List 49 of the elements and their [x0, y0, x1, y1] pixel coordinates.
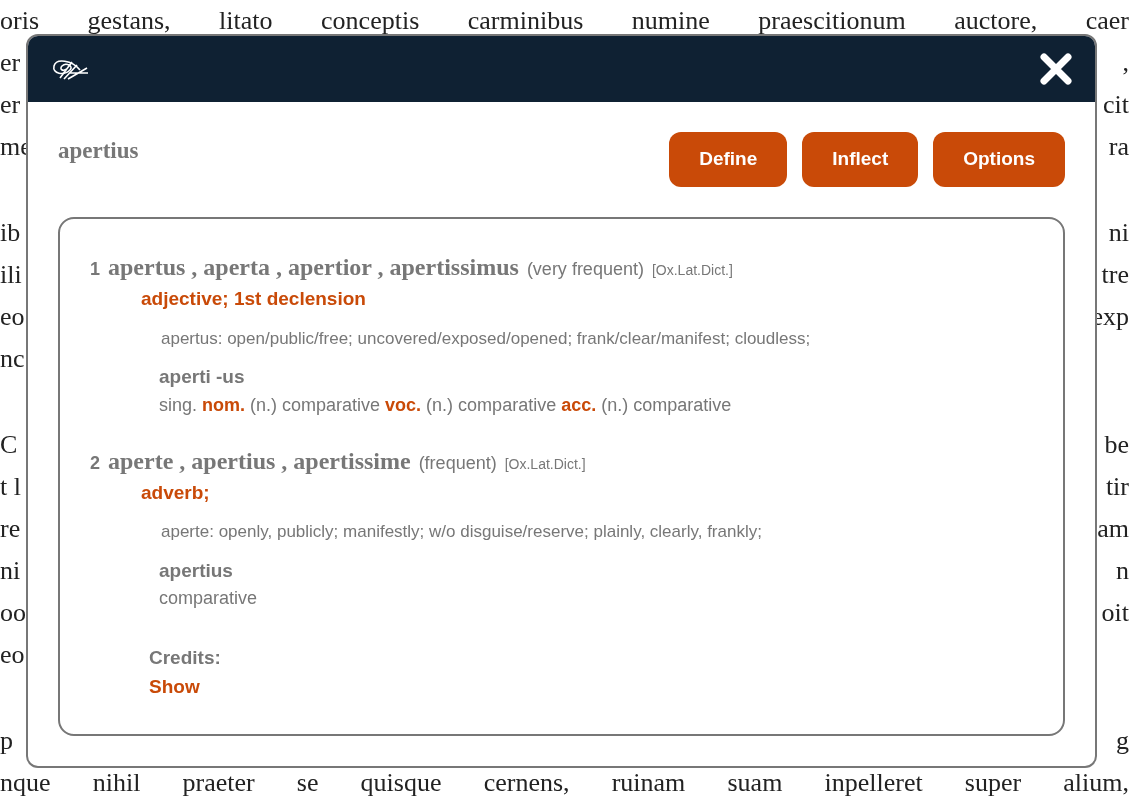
body-text: er [0, 47, 21, 79]
part-of-speech: adverb; [141, 481, 210, 503]
body-text: ra [1108, 131, 1129, 163]
body-text: nque nihil praeter se quisque cernens, ruinam suam inpelleret super alium, [0, 767, 1129, 799]
parsing-text: comparative [159, 587, 258, 610]
body-text: p [0, 725, 13, 757]
body-text: tir [1105, 471, 1129, 503]
inflected-form: aperti -us [159, 365, 245, 389]
body-text: re [0, 513, 21, 545]
frequency-label: (frequent) [418, 451, 497, 475]
headwords: aperte , apertius , apertissime [108, 446, 411, 476]
body-text: t l [0, 471, 21, 503]
body-text: er [0, 89, 21, 121]
inflected-form: apertius [159, 558, 233, 583]
frequency-label: (very frequent) [526, 258, 644, 281]
action-button[interactable]: Inflect [802, 132, 919, 187]
source-label: [Ox.Lat.Dict.] [651, 261, 733, 280]
definition-text: aperte: openly, publicly; manifestly; w/o disguise/reserve; plainly, clearly, frankly; [161, 522, 762, 541]
entry-number: 1 [90, 258, 100, 281]
body-text: g [1116, 725, 1129, 757]
body-text: eo [0, 639, 25, 671]
body-text: ili [0, 259, 22, 291]
body-text: oo [0, 597, 26, 629]
body-text: ni [0, 555, 21, 587]
action-button[interactable]: Options [933, 132, 1065, 187]
part-of-speech: adjective; 1st declension [141, 288, 366, 309]
show-credits-link[interactable]: Show [149, 672, 200, 701]
body-text: oris gestans, litato conceptis carminibus numine praescitionum auctore, caer [0, 5, 1129, 37]
query-word: apertius [58, 137, 139, 165]
entry-number: 2 [90, 451, 100, 475]
body-text: C [0, 429, 18, 461]
body-text: cit [1103, 89, 1129, 121]
parsing-text: sing. nom. (n.) comparative voc. (n.) comparative acc. (n.) comparative [159, 393, 732, 417]
body-text: am [1097, 513, 1129, 545]
body-text: nc [0, 343, 25, 375]
credits-label: Credits: [149, 646, 221, 670]
body-text: be [1104, 429, 1129, 461]
body-text: eo [0, 301, 25, 333]
action-button[interactable]: Define [669, 132, 788, 187]
close-icon[interactable] [1039, 52, 1073, 86]
body-text: ib [0, 217, 21, 249]
body-text: tre [1101, 259, 1129, 291]
source-label: [Ox.Lat.Dict.] [504, 454, 586, 474]
headwords: apertus , aperta , apertior , apertissimus [108, 253, 519, 282]
definition-text: apertus: open/public/free; uncovered/exposed/opened; frank/clear/manifest; cloudless; [161, 328, 811, 348]
body-text: n [1116, 555, 1129, 587]
body-text: ni [1108, 217, 1129, 249]
body-text: oit [1101, 597, 1129, 629]
body-text: , [1122, 47, 1129, 79]
